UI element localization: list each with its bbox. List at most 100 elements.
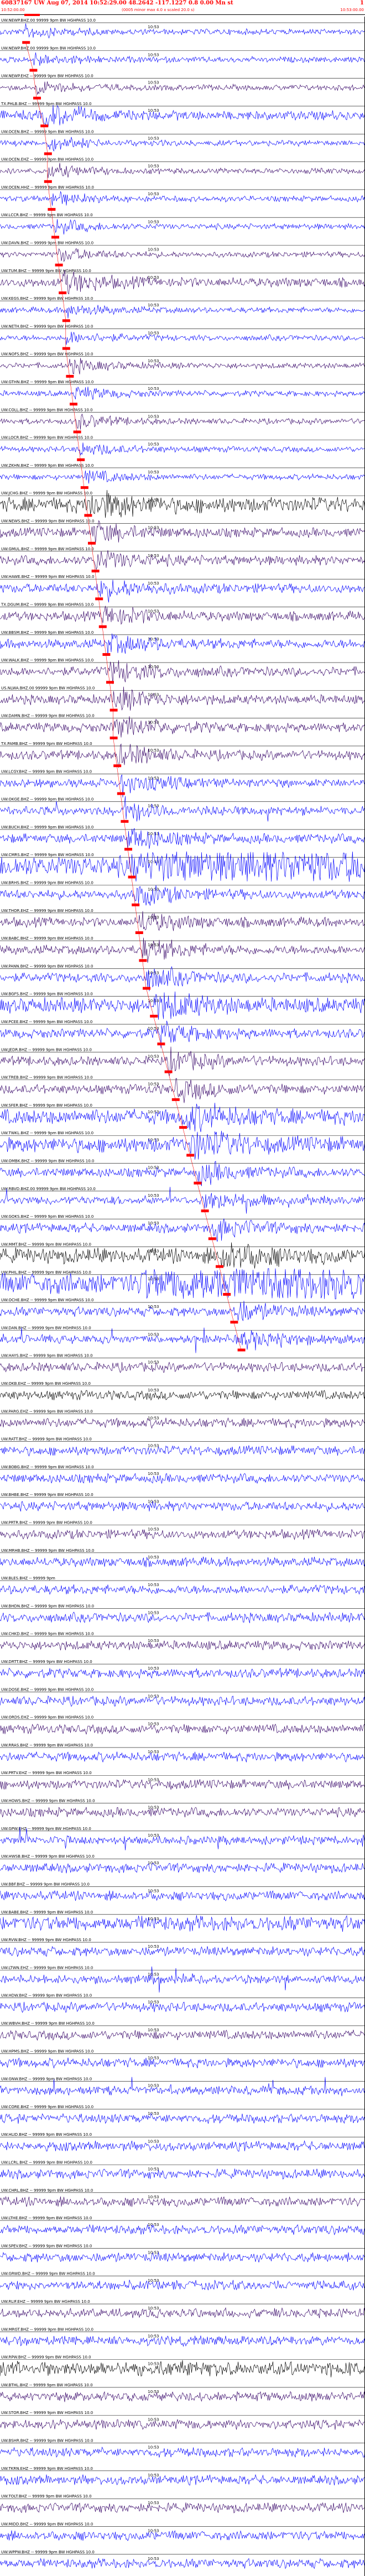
trace-label: UW.LCRL.BHZ -- 99999 9pm BW HGHPASS 10.0 <box>1 2160 92 2165</box>
moveout-line <box>211 1238 220 1266</box>
minute-tick-label: 10:53 <box>148 1166 159 1170</box>
trace-label: UW.BLES.BHZ -- 99999 9pm <box>1 1576 55 1581</box>
waveform-trace <box>0 716 365 738</box>
waveform-trace <box>0 2196 365 2208</box>
trace-label: UW.DRTT.BHZ -- 99999 9pm BW HGHPASS 10.0 <box>1 1660 92 1664</box>
trace-label: UW.RPW.BHZ -- 99999 9pm BW HGHPASS 10.0 <box>1 2355 91 2360</box>
minute-tick-label: 10:53 <box>148 2334 159 2338</box>
waveform-trace <box>0 937 365 963</box>
trace-label: UW.TWKL.BHZ -- 99999 9pm BW HGHPASS 10.0 <box>1 1131 93 1135</box>
minute-tick-label: 10:53 <box>148 53 159 57</box>
trace-label: UW.RBVD.BHZ.00 99999 9pm BW HGHPASS 10.0 <box>1 1187 96 1191</box>
waveform-trace <box>0 1667 365 1679</box>
trace-label: UW.MRGT.BHZ -- 99999 9pm BW HGHPASS 10.0 <box>1 2327 93 2332</box>
minute-tick-label: 10:53 <box>148 1110 159 1114</box>
trace-label: UW.BSHR.BHZ -- 99999 9pm BW HGHPASS 10.0 <box>1 2439 93 2443</box>
waveform-trace <box>0 470 365 484</box>
moveout-line <box>106 653 110 682</box>
phase-pick-marker <box>124 848 132 851</box>
moveout-line <box>134 904 139 932</box>
trace-label: UW.RRAS.BHZ -- 99999 9pm BW HGHPASS 10.0 <box>1 1743 93 1748</box>
waveform-trace <box>0 1327 365 1353</box>
phase-pick-marker <box>95 597 103 601</box>
page-number: 1 <box>360 0 364 6</box>
minute-tick-label: 10:53 <box>148 1583 159 1587</box>
moveout-line <box>95 570 99 598</box>
waveform-trace <box>0 2335 365 2347</box>
trace-label: UW.HLID.BHZ -- 99999 9pm BW HGHPASS 10.0 <box>1 2132 92 2137</box>
phase-pick-marker <box>132 903 140 906</box>
trace-label: UW.DAMN.BHZ -- 99999 9pm BW HGHPASS 10.0 <box>1 714 95 718</box>
trace-label: UW.LOCR.BHZ -- 99999 9pm BW HGHPASS 10.0 <box>1 436 93 440</box>
trace-label: UW.BABC.BHZ -- 99999 9pm BW HGHPASS 10.0 <box>1 936 93 941</box>
minute-tick-label: 10:53 <box>148 1054 159 1058</box>
waveform-trace <box>0 305 365 319</box>
minute-tick-label: 10:53 <box>148 2167 159 2172</box>
waveform-trace <box>0 1946 365 1957</box>
waveform-trace <box>0 2001 365 2013</box>
waveform-trace <box>0 1556 365 1568</box>
minute-tick-label: 10:53 <box>148 25 159 29</box>
moveout-line <box>120 792 124 821</box>
origin-pick-marker <box>24 14 40 16</box>
minute-tick-label: 10:53 <box>148 1416 159 1420</box>
trace-label: UW.NEWP.BHZ.00 99999 9pm BW HGHPASS 10.0 <box>1 46 96 50</box>
trace-label: UW.BABE.BHZ -- 99999 9pm BW HGHPASS 10.0 <box>1 1910 93 1915</box>
trace-label: TX.DGUM.BHZ -- 99999 9pm BW HGHPASS 10.0 <box>1 602 93 607</box>
trace-label: UW.NOFS.BHZ -- 99999 9pm BW HGHPASS 10.0 <box>1 352 93 357</box>
trace-label: UW.TREB.BHZ -- 99999 9pm BW HGHPASS 10.0 <box>1 1076 93 1080</box>
minute-tick-label: 10:53 <box>148 1666 159 1671</box>
trace-label: UW.PHIL.BHZ -- 99999 9pm BW HGHPASS 10.0 <box>1 1270 91 1275</box>
moveout-line <box>189 1154 197 1182</box>
phase-pick-marker <box>113 764 122 768</box>
waveform-trace <box>0 1890 365 1901</box>
trace-label: UW.JEDR.BHZ -- 99999 9pm BW HGHPASS 10.0 <box>1 1047 92 1052</box>
phase-pick-marker <box>117 792 125 795</box>
phase-pick-marker <box>77 458 85 461</box>
moveout-line <box>182 1127 190 1155</box>
waveform-trace <box>0 606 365 625</box>
minute-tick-label: 10:53 <box>148 414 159 419</box>
trace-label: UW.BBF.BHZ -- 99999 9pm BW HGHPASS 10.0 <box>1 1882 90 1886</box>
minute-tick-label: 10:53 <box>148 2195 159 2199</box>
trace-label: UW.TOLT.BHZ -- 99999 9pm BW HGHPASS 10.0 <box>1 2494 92 2499</box>
phase-pick-marker <box>128 875 136 879</box>
minute-tick-label: 10:53 <box>148 1360 159 1365</box>
waveform-trace <box>0 248 365 262</box>
trace-label: UW.MMT.BHZ -- 99999 9pm BW HGHPASS 10.0 <box>1 1242 91 1247</box>
waveform-trace <box>0 442 365 456</box>
trace-label: UW.GTHN.BHZ -- 99999 9pm BW HGHPASS 10.0 <box>1 380 93 384</box>
trace-label: UW.STOR.BHZ -- 99999 9pm BW HGHPASS 10.0 <box>1 2411 93 2415</box>
minute-tick-label: 10:53 <box>148 220 159 224</box>
plot-header: 60837167 UW Aug 07, 2014 10:52:29.00 48.… <box>0 0 365 17</box>
minute-tick-label: 10:53 <box>148 2306 159 2311</box>
phase-pick-marker <box>48 208 56 211</box>
trace-label: UW.PRTR.BHZ -- 99999 9pm BW HGHPASS 10.0 <box>1 1520 92 1525</box>
trace-label: UW.OMBK.BHZ -- 99999 9pm BW HGHPASS 10.0 <box>1 1159 94 1164</box>
waveform-trace <box>0 828 365 851</box>
minute-tick-label: 10:53 <box>148 1527 159 1532</box>
trace-label: UW.GOKS.BHZ -- 99999 9pm BW HGHPASS 10.0 <box>1 1214 93 1219</box>
moveout-line <box>124 820 128 849</box>
trace-label: UW.WALK.BHZ -- 99999 9pm BW HGHPASS 10.0 <box>1 658 93 663</box>
time-axis <box>0 14 365 15</box>
waveform-trace <box>0 2168 365 2180</box>
phase-pick-marker <box>102 653 111 656</box>
minute-tick-label: 10:53 <box>148 1722 159 1727</box>
waveform-trace <box>0 331 365 345</box>
waveform-trace <box>0 743 365 768</box>
minute-tick-label: 10:53 <box>148 248 159 252</box>
minute-tick-label: 10:53 <box>148 832 159 836</box>
waveform-trace <box>0 270 365 295</box>
waveform-trace <box>0 2360 365 2377</box>
phase-pick-marker <box>88 541 96 545</box>
waveform-trace <box>0 2391 365 2402</box>
waveform-trace <box>0 2419 365 2430</box>
minute-tick-label: 10:53 <box>148 81 159 85</box>
waveform-trace <box>0 1501 365 1513</box>
trace-label: UW.PCEE.BHZ -- 99999 9pm BW HGHPASS 10.0 <box>1 1020 92 1024</box>
waveform-trace <box>0 413 365 430</box>
trace-label: UW.CORE.BHZ -- 99999 9pm BW HGHPASS 10.0 <box>1 2105 93 2109</box>
minute-tick-label: 10:53 <box>148 1917 159 1921</box>
waveform-trace <box>0 1390 365 1401</box>
